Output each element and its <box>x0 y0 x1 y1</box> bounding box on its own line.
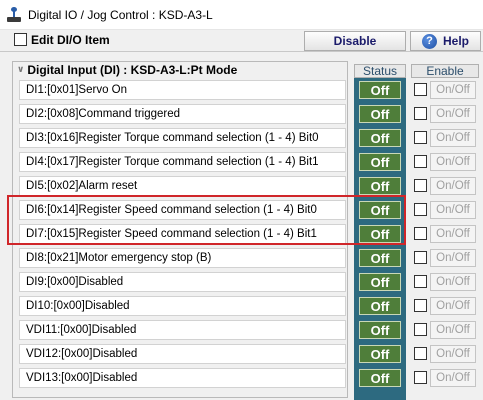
di-onoff-button[interactable]: On/Off <box>430 297 476 315</box>
di-group-header[interactable]: ∨ Digital Input (DI) : KSD-A3-L:Pt Mode <box>16 62 346 77</box>
di-row-label: VDI12:[0x00]Disabled <box>19 344 346 364</box>
di-enable-checkbox[interactable] <box>414 203 427 216</box>
di-row-label: DI6:[0x14]Register Speed command selecti… <box>19 200 346 220</box>
di-onoff-button[interactable]: On/Off <box>430 225 476 243</box>
disable-button[interactable]: Disable <box>304 31 406 51</box>
di-row-label: DI2:[0x08]Command triggered <box>19 104 346 124</box>
di-enable-checkbox[interactable] <box>414 347 427 360</box>
toolbar: Edit DI/O Item Disable ? Help <box>0 30 483 52</box>
di-enable-checkbox[interactable] <box>414 251 427 264</box>
di-status-indicator: Off <box>359 129 401 147</box>
di-onoff-button[interactable]: On/Off <box>430 81 476 99</box>
di-status-indicator: Off <box>359 177 401 195</box>
di-enable-checkbox[interactable] <box>414 299 427 312</box>
di-status-indicator: Off <box>359 321 401 339</box>
di-row-label: DI3:[0x16]Register Torque command select… <box>19 128 346 148</box>
di-status-indicator: Off <box>359 345 401 363</box>
window-title: Digital IO / Jog Control : KSD-A3-L <box>28 7 213 22</box>
di-enable-checkbox[interactable] <box>414 131 427 144</box>
di-enable-checkbox[interactable] <box>414 371 427 384</box>
di-enable-checkbox[interactable] <box>414 83 427 96</box>
joystick-icon <box>6 6 22 23</box>
di-status-indicator: Off <box>359 273 401 291</box>
enable-header: Enable <box>411 64 479 78</box>
di-enable-checkbox[interactable] <box>414 227 427 240</box>
status-header: Status <box>354 64 406 78</box>
di-group-title: Digital Input (DI) : KSD-A3-L:Pt Mode <box>27 62 238 77</box>
di-status-indicator: Off <box>359 297 401 315</box>
di-status-indicator: Off <box>359 81 401 99</box>
di-status-indicator: Off <box>359 105 401 123</box>
di-enable-checkbox[interactable] <box>414 323 427 336</box>
help-button-label: Help <box>442 34 469 48</box>
di-status-indicator: Off <box>359 369 401 387</box>
di-row-label: DI1:[0x01]Servo On <box>19 80 346 100</box>
di-status-indicator: Off <box>359 201 401 219</box>
help-button[interactable]: ? Help <box>410 31 481 51</box>
di-onoff-button[interactable]: On/Off <box>430 177 476 195</box>
di-onoff-button[interactable]: On/Off <box>430 105 476 123</box>
di-row-label: DI7:[0x15]Register Speed command selecti… <box>19 224 346 244</box>
title-bar: Digital IO / Jog Control : KSD-A3-L <box>0 0 483 30</box>
di-enable-checkbox[interactable] <box>414 275 427 288</box>
di-onoff-button[interactable]: On/Off <box>430 273 476 291</box>
di-status-indicator: Off <box>359 153 401 171</box>
di-row-label: DI9:[0x00]Disabled <box>19 272 346 292</box>
edit-dio-label: Edit DI/O Item <box>31 33 110 47</box>
di-row-label: DI10:[0x00]Disabled <box>19 296 346 316</box>
di-enable-checkbox[interactable] <box>414 107 427 120</box>
di-onoff-button[interactable]: On/Off <box>430 369 476 387</box>
di-row-label: VDI11:[0x00]Disabled <box>19 320 346 340</box>
di-row-label: DI8:[0x21]Motor emergency stop (B) <box>19 248 346 268</box>
disable-button-label: Disable <box>333 34 377 48</box>
question-icon: ? <box>421 33 437 49</box>
di-onoff-button[interactable]: On/Off <box>430 153 476 171</box>
di-status-indicator: Off <box>359 225 401 243</box>
di-row-label: DI5:[0x02]Alarm reset <box>19 176 346 196</box>
edit-dio-checkbox[interactable] <box>14 33 27 46</box>
di-onoff-button[interactable]: On/Off <box>430 345 476 363</box>
di-enable-checkbox[interactable] <box>414 155 427 168</box>
collapse-chevron-icon[interactable]: ∨ <box>17 64 24 75</box>
di-row-label: VDI13:[0x00]Disabled <box>19 368 346 388</box>
di-status-indicator: Off <box>359 249 401 267</box>
di-row-label: DI4:[0x17]Register Torque command select… <box>19 152 346 172</box>
di-onoff-button[interactable]: On/Off <box>430 129 476 147</box>
di-onoff-button[interactable]: On/Off <box>430 249 476 267</box>
di-onoff-button[interactable]: On/Off <box>430 321 476 339</box>
di-onoff-button[interactable]: On/Off <box>430 201 476 219</box>
di-enable-checkbox[interactable] <box>414 179 427 192</box>
